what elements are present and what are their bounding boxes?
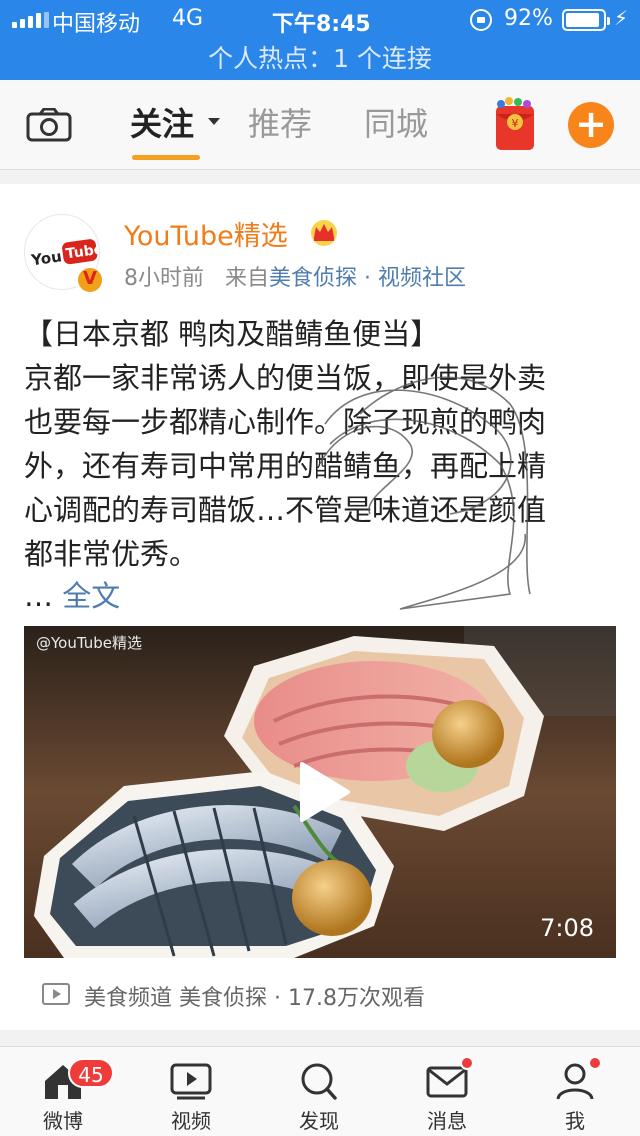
active-tab-indicator [132,155,200,160]
svg-text:¥: ¥ [512,117,519,130]
video-meta-text: 美食频道 美食侦探 · 17.8万次观看 [84,986,425,1011]
clock: 下午8:45 [272,12,371,37]
verified-badge: V [76,266,104,294]
tab-label: 消息 [427,1109,467,1133]
tab-label: 微博 [43,1109,83,1133]
weibo-app: 中国移动 4G 下午8:45 92% ⚡ 个人热点：1 个连接 关注 推荐 同城… [0,0,640,1136]
video-icon [170,1063,212,1100]
video-duration: 7:08 [540,914,594,942]
red-packet-icon[interactable]: ¥ [492,96,538,154]
video-watermark: @YouTube精选 [36,634,142,652]
read-more: … 全文 [24,578,120,614]
post-text: 【日本京都 鸭肉及醋鲭鱼便当】 京都一家非常诱人的便当饭，即使是外卖 也要每一步… [24,312,614,576]
profile-notification-dot [588,1056,602,1070]
ellipsis: … [24,579,53,613]
battery-percent: 92% [504,6,553,31]
tab-local[interactable]: 同城 [364,102,428,146]
plus-icon[interactable]: + [568,102,614,148]
camera-icon[interactable] [26,108,72,142]
status-bar: 中国移动 4G 下午8:45 92% ⚡ 个人热点：1 个连接 [0,0,640,80]
post-line: 也要每一步都精心制作。除了现煎的鸭肉 [24,405,547,439]
tab-me[interactable]: 我 [530,1061,620,1134]
post-line: 【日本京都 鸭肉及醋鲭鱼便当】 [24,317,440,351]
post-line: 外，还有寿司中常用的醋鲭鱼，再配上精 [24,449,547,483]
full-text-link[interactable]: 全文 [62,579,120,613]
tab-discover[interactable]: 发现 [274,1061,364,1134]
post-meta: 8小时前 来自美食侦探 · 视频社区 [124,260,466,292]
from-label: 来自 [224,266,269,291]
video-meta[interactable]: 美食频道 美食侦探 · 17.8万次观看 [42,980,425,1012]
tab-label: 视频 [171,1109,211,1133]
network-type: 4G [172,6,204,31]
post-line: 心调配的寿司醋饭…不管是味道还是颜值 [24,493,547,527]
search-icon [301,1063,337,1100]
tab-follow[interactable]: 关注 [130,102,194,146]
rotation-lock-icon [470,9,492,31]
battery-icon [562,9,610,31]
top-nav: 关注 推荐 同城 ¥ [0,80,640,170]
tab-dropdown-icon[interactable] [208,118,220,125]
post-source[interactable]: 美食侦探 · 视频社区 [269,266,466,291]
tab-label: 发现 [299,1109,339,1133]
tab-recommend[interactable]: 推荐 [248,102,312,146]
message-notification-dot [460,1056,474,1070]
post-line: 都非常优秀。 [24,537,199,571]
post-line: 京都一家非常诱人的便当饭，即使是外卖 [24,361,547,395]
unread-badge: 45 [68,1058,114,1088]
post-time: 8小时前 [124,266,204,291]
play-icon[interactable] [296,760,352,824]
tab-video[interactable]: 视频 [146,1061,236,1134]
hotspot-banner[interactable]: 个人热点：1 个连接 [0,40,640,80]
carrier-name: 中国移动 [52,12,141,37]
video-player[interactable]: @YouTube精选 7:08 [24,626,616,958]
charging-icon: ⚡ [614,6,629,30]
author-name[interactable]: YouTube精选 [124,214,288,253]
tab-messages[interactable]: 消息 [402,1061,492,1134]
tab-label: 我 [565,1109,585,1133]
crown-icon[interactable] [308,218,340,246]
video-channel-icon [42,983,70,1005]
signal-icon [12,12,49,28]
feed-card: You Tube V YouTube精选 8小时前 来自美食侦探 · 视频社区 … [0,184,640,1030]
